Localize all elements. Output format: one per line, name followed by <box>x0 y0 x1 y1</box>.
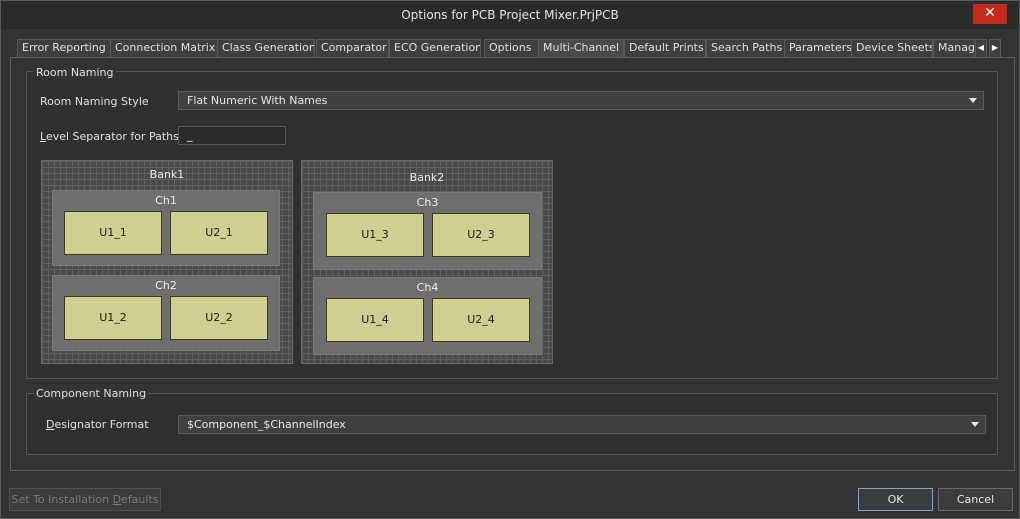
chevron-down-icon <box>969 98 977 103</box>
window-title: Options for PCB Project Mixer.PrjPCB <box>401 8 619 22</box>
tab-multi-channel[interactable]: Multi-Channel <box>538 39 624 58</box>
bank-label: Bank1 <box>149 168 185 181</box>
designator-format-label: Designator Format <box>46 418 149 431</box>
room-naming-style-label: Room Naming Style <box>40 95 149 108</box>
channel-2: Ch2 U1_2 U2_2 <box>52 275 280 351</box>
designator-format-select[interactable]: $Component_$ChannelIndex <box>178 415 986 434</box>
tab-strip: Error Reporting Connection Matrix Class … <box>17 39 1007 58</box>
tab-connection-matrix[interactable]: Connection Matrix <box>110 39 218 58</box>
options-dialog: Options for PCB Project Mixer.PrjPCB ✕ E… <box>0 0 1020 519</box>
channel-1: Ch1 U1_1 U2_1 <box>52 190 280 266</box>
room-naming-title: Room Naming <box>34 66 116 79</box>
channel-3: Ch3 U1_3 U2_3 <box>313 192 542 270</box>
tab-device-sheets[interactable]: Device Sheets <box>851 39 933 58</box>
component-u2-4: U2_4 <box>432 298 530 342</box>
tab-comparator[interactable]: Comparator <box>316 39 389 58</box>
component-u2-2: U2_2 <box>170 296 268 340</box>
tab-scroll-left-icon[interactable]: ◀ <box>975 39 987 58</box>
bank-2: Bank2 Ch3 U1_3 U2_3 Ch4 U1_4 U2_4 <box>301 160 553 364</box>
component-u1-4: U1_4 <box>326 298 424 342</box>
chevron-down-icon <box>971 422 979 427</box>
cancel-button[interactable]: Cancel <box>938 488 1013 511</box>
ok-button[interactable]: OK <box>858 488 933 511</box>
set-to-installation-defaults-button[interactable]: Set To Installation Defaults <box>9 488 161 511</box>
component-u2-3: U2_3 <box>432 213 530 257</box>
tab-class-generation[interactable]: Class Generation <box>217 39 315 58</box>
channel-label: Ch1 <box>155 194 177 207</box>
title-bar: Options for PCB Project Mixer.PrjPCB ✕ <box>1 1 1019 29</box>
multi-channel-page: Room Naming Room Naming Style Flat Numer… <box>10 57 1015 471</box>
close-icon: ✕ <box>984 5 996 21</box>
tab-error-reporting[interactable]: Error Reporting <box>17 39 113 58</box>
component-u1-2: U1_2 <box>64 296 162 340</box>
tab-eco-generation[interactable]: ECO Generation <box>389 39 481 58</box>
channel-label: Ch2 <box>155 279 177 292</box>
tab-default-prints[interactable]: Default Prints <box>624 39 706 58</box>
tab-options[interactable]: Options <box>484 39 539 58</box>
component-naming-title: Component Naming <box>34 387 149 400</box>
bank-label: Bank2 <box>409 171 445 184</box>
component-u1-1: U1_1 <box>64 211 162 255</box>
tab-parameters[interactable]: Parameters <box>784 39 853 58</box>
channel-label: Ch3 <box>416 196 439 209</box>
channel-4: Ch4 U1_4 U2_4 <box>313 277 542 355</box>
tab-search-paths[interactable]: Search Paths <box>706 39 786 58</box>
close-button[interactable]: ✕ <box>973 4 1007 24</box>
channel-label: Ch4 <box>416 281 439 294</box>
bank-1: Bank1 Ch1 U1_1 U2_1 Ch2 U1_2 U2_2 <box>41 160 293 364</box>
level-separator-input[interactable]: _ <box>178 126 286 145</box>
room-naming-style-value: Flat Numeric With Names <box>187 94 328 107</box>
component-u2-1: U2_1 <box>170 211 268 255</box>
room-naming-style-select[interactable]: Flat Numeric With Names <box>178 91 984 110</box>
tab-scroll-right-icon[interactable]: ▶ <box>989 39 1001 58</box>
designator-format-value: $Component_$ChannelIndex <box>187 418 346 431</box>
level-separator-label: Level Separator for Paths <box>40 130 179 143</box>
component-u1-3: U1_3 <box>326 213 424 257</box>
